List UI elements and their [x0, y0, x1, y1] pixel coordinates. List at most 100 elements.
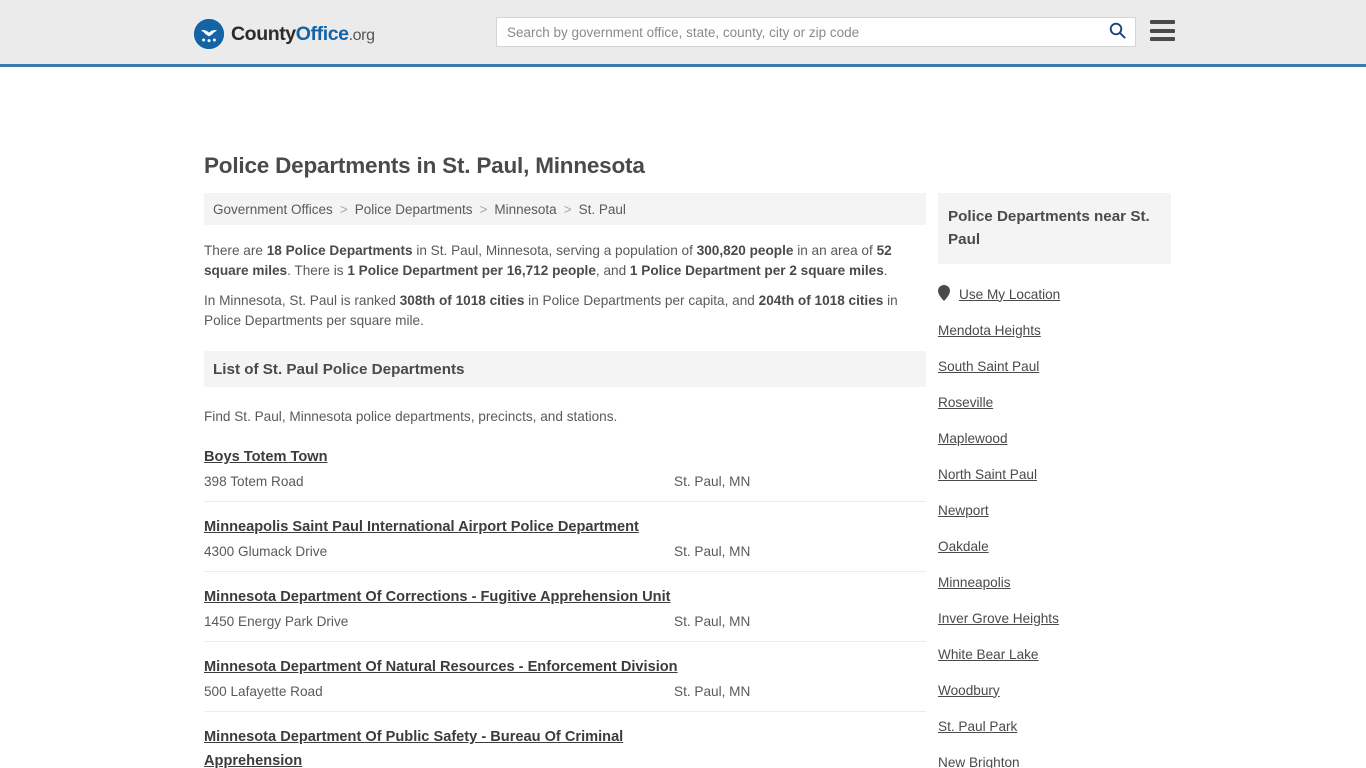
sidebar-item-maplewood[interactable]: Maplewood: [938, 420, 1171, 456]
sidebar-item-inver-grove-heights[interactable]: Inver Grove Heights: [938, 600, 1171, 636]
sidebar-item-white-bear-lake[interactable]: White Bear Lake: [938, 636, 1171, 672]
listing-city: St. Paul, MN: [674, 684, 751, 699]
sidebar-item-oakdale[interactable]: Oakdale: [938, 528, 1171, 564]
sidebar-item-label: Mendota Heights: [938, 322, 1041, 338]
statistics-section: There are 18 Police Departments in St. P…: [204, 225, 926, 331]
sidebar-item-label: Roseville: [938, 394, 994, 410]
search-input[interactable]: [497, 18, 1099, 46]
sidebar-item-label: South Saint Paul: [938, 358, 1040, 374]
site-logo[interactable]: CountyOffice.org: [194, 19, 375, 49]
listing-address: 4300 Glumack Drive: [204, 544, 328, 559]
list-item: Minnesota Department Of Public Safety - …: [204, 725, 926, 768]
stat-rank-per-capita: 308th of 1018 cities: [399, 293, 525, 308]
listing-address: 1450 Energy Park Drive: [204, 614, 349, 629]
list-section-heading: List of St. Paul Police Departments: [213, 360, 465, 378]
sidebar-item-label: Woodbury: [938, 682, 1000, 698]
statistics-paragraph-rankings: In Minnesota, St. Paul is ranked 308th o…: [204, 291, 926, 331]
sidebar-item-label: North Saint Paul: [938, 466, 1037, 482]
listing-details-row: 500 Lafayette Road St. Paul, MN: [204, 684, 926, 699]
breadcrumb-item-police-departments[interactable]: Police Departments: [355, 202, 473, 217]
stat-per-area: 1 Police Department per 2 square miles: [629, 263, 884, 278]
breadcrumb-separator: >: [479, 201, 488, 217]
stats-text: in an area of: [793, 243, 877, 258]
hamburger-bar: [1150, 20, 1175, 24]
sidebar-item-mendota-heights[interactable]: Mendota Heights: [938, 312, 1171, 348]
statistics-paragraph-counts: There are 18 Police Departments in St. P…: [204, 241, 926, 281]
listing-city: St. Paul, MN: [674, 544, 751, 559]
list-section-description: Find St. Paul, Minnesota police departme…: [204, 409, 618, 424]
sidebar-item-label: Oakdale: [938, 538, 989, 554]
listing-address: 500 Lafayette Road: [204, 684, 323, 699]
sidebar-item-label: Minneapolis: [938, 574, 1011, 590]
listing-address: 398 Totem Road: [204, 474, 304, 489]
page-title: Police Departments in St. Paul, Minnesot…: [204, 153, 645, 178]
list-section-header: List of St. Paul Police Departments: [204, 351, 926, 387]
listing-name-link[interactable]: Minnesota Department Of Corrections - Fu…: [204, 585, 699, 609]
listing-name-link[interactable]: Boys Totem Town: [204, 445, 699, 469]
stats-text: There are: [204, 243, 267, 258]
sidebar-item-label: New Brighton: [938, 754, 1020, 768]
listing-name-link[interactable]: Minneapolis Saint Paul International Air…: [204, 515, 699, 539]
use-my-location-link[interactable]: Use My Location: [938, 276, 1171, 312]
logo-text-office: Office: [295, 22, 349, 45]
sidebar-item-st-paul-park[interactable]: St. Paul Park: [938, 708, 1171, 744]
listing-name-link[interactable]: Minnesota Department Of Public Safety - …: [204, 725, 699, 768]
list-item: Boys Totem Town 398 Totem Road St. Paul,…: [204, 445, 926, 502]
sidebar-item-minneapolis[interactable]: Minneapolis: [938, 564, 1171, 600]
sidebar-item-label: Maplewood: [938, 430, 1008, 446]
sidebar-item-south-saint-paul[interactable]: South Saint Paul: [938, 348, 1171, 384]
sidebar-item-roseville[interactable]: Roseville: [938, 384, 1171, 420]
breadcrumb-item-minnesota[interactable]: Minnesota: [494, 202, 556, 217]
listing-details-row: 1450 Energy Park Drive St. Paul, MN: [204, 614, 926, 629]
logo-wordmark: CountyOffice.org: [231, 23, 375, 46]
listing-city: St. Paul, MN: [674, 474, 751, 489]
logo-text-county: County: [231, 22, 296, 45]
listing-name-link[interactable]: Minnesota Department Of Natural Resource…: [204, 655, 699, 679]
police-department-list: Boys Totem Town 398 Totem Road St. Paul,…: [204, 445, 926, 768]
hamburger-bar: [1150, 28, 1175, 33]
list-item: Minnesota Department Of Natural Resource…: [204, 655, 926, 712]
breadcrumb-separator: >: [339, 201, 348, 217]
logo-text-tld: .org: [348, 26, 375, 44]
use-my-location-label: Use My Location: [959, 286, 1061, 302]
main-content-column: Government Offices > Police Departments …: [204, 193, 926, 768]
eagle-seal-icon: [194, 19, 224, 49]
hamburger-bar: [1150, 37, 1175, 41]
list-item: Minnesota Department Of Corrections - Fu…: [204, 585, 926, 642]
hamburger-menu-icon[interactable]: [1150, 20, 1175, 41]
sidebar-links: Use My Location Mendota Heights South Sa…: [938, 264, 1171, 768]
stat-rank-per-square-mile: 204th of 1018 cities: [758, 293, 884, 308]
sidebar-item-label: Inver Grove Heights: [938, 610, 1059, 626]
listing-details-row: 398 Totem Road St. Paul, MN: [204, 474, 926, 489]
breadcrumb-item-st-paul: St. Paul: [578, 201, 626, 217]
map-pin-icon: [938, 284, 950, 304]
stats-text: . There is: [287, 263, 348, 278]
sidebar-item-newport[interactable]: Newport: [938, 492, 1171, 528]
stats-text: in Police Departments per capita, and: [524, 293, 759, 308]
listing-city: St. Paul, MN: [674, 614, 751, 629]
breadcrumb: Government Offices > Police Departments …: [204, 193, 926, 225]
sidebar-item-label: White Bear Lake: [938, 646, 1039, 662]
stat-population: 300,820 people: [696, 243, 794, 258]
stat-department-count: 18 Police Departments: [266, 243, 413, 258]
sidebar-item-north-saint-paul[interactable]: North Saint Paul: [938, 456, 1171, 492]
search-button[interactable]: [1099, 18, 1135, 46]
sidebar-item-new-brighton[interactable]: New Brighton: [938, 744, 1171, 768]
sidebar-item-label: Newport: [938, 502, 989, 518]
stats-text: , and: [595, 263, 630, 278]
search-icon: [1109, 22, 1126, 42]
listing-details-row: 4300 Glumack Drive St. Paul, MN: [204, 544, 926, 559]
stats-text: In Minnesota, St. Paul is ranked: [204, 293, 400, 308]
sidebar-heading: Police Departments near St. Paul: [948, 208, 1150, 248]
sidebar-header: Police Departments near St. Paul: [938, 193, 1171, 264]
nearby-sidebar: Police Departments near St. Paul Use My …: [938, 193, 1171, 768]
site-header: CountyOffice.org: [0, 0, 1366, 67]
list-item: Minneapolis Saint Paul International Air…: [204, 515, 926, 572]
sidebar-item-woodbury[interactable]: Woodbury: [938, 672, 1171, 708]
stats-text: in St. Paul, Minnesota, serving a popula…: [412, 243, 697, 258]
breadcrumb-separator: >: [563, 201, 572, 217]
sidebar-item-label: St. Paul Park: [938, 718, 1018, 734]
stat-per-capita: 1 Police Department per 16,712 people: [347, 263, 596, 278]
stats-text: .: [883, 263, 888, 278]
breadcrumb-item-government-offices[interactable]: Government Offices: [213, 202, 333, 217]
